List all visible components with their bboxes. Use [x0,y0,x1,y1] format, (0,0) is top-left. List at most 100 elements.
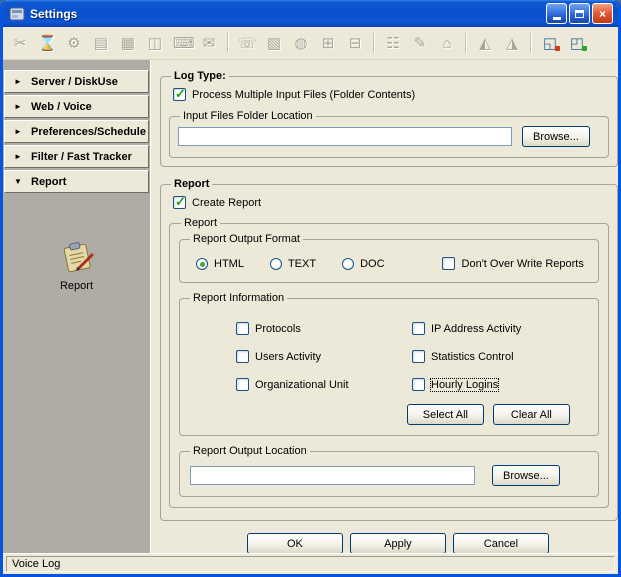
group-input-files-folder-location: Input Files Folder Location Browse... [169,110,609,158]
checkbox-create-report[interactable]: Create Report [173,196,261,209]
group-report-information: Report Information Protocols IP Address … [179,292,599,436]
group-report: Report Create Report Report Report Outpu… [160,178,618,521]
radio-label: HTML [214,258,244,270]
minimize-icon [553,17,561,20]
radio-label: TEXT [288,258,316,270]
toolbar-icon-1: ✂ [11,34,29,52]
radio-circle [270,258,282,270]
toolbar-icon-2: ⌛ [38,34,56,52]
report-output-location-field[interactable] [190,466,475,485]
toolbar-icon-16: ⌂ [438,35,456,52]
checkbox-box [412,378,425,391]
toolbar-separator [227,33,229,53]
checkbox-label: IP Address Activity [431,323,521,335]
checkbox-label: Organizational Unit [255,379,349,391]
checkbox-label: Process Multiple Input Files (Folder Con… [192,89,415,101]
sidebar-item-label: Preferences/Schedule [31,126,146,138]
browse-output-location-button[interactable]: Browse... [492,465,560,486]
toolbar-icon-5: ▦ [119,34,137,52]
maximize-button[interactable] [569,3,590,24]
radio-text[interactable]: TEXT [270,258,316,270]
radio-doc[interactable]: DOC [342,258,384,270]
dialog-buttons: OK Apply Cancel [178,533,618,554]
toolbar-icon-3: ⚙ [65,34,83,52]
checkbox-statistics-control[interactable]: Statistics Control [412,350,590,363]
sidebar-item-filter-fast-tracker[interactable]: ► Filter / Fast Tracker [4,145,149,168]
sidebar-item-preferences-schedule[interactable]: ► Preferences/Schedule [4,120,149,143]
checkbox-organizational-unit[interactable]: Organizational Unit [236,378,412,391]
toolbar-icon-17: ◭ [476,34,494,52]
sidebar: ► Server / DiskUse ► Web / Voice ► Prefe… [3,60,150,553]
group-log-type-title: Log Type: [171,70,229,82]
group-report-information-title: Report Information [190,292,287,304]
group-report-output-format: Report Output Format HTML TEXT [179,233,599,283]
toolbar-icon-9: ☏ [238,34,256,52]
window-controls: × [546,3,613,24]
cancel-button[interactable]: Cancel [453,533,549,554]
chevron-right-icon: ► [14,152,24,161]
checkbox-box [236,350,249,363]
toolbar-separator [465,33,467,53]
sidebar-item-report[interactable]: ▼ Report [4,170,149,193]
group-output-format-title: Report Output Format [190,233,303,245]
close-icon: × [599,7,606,21]
checkbox-box [442,257,455,270]
ok-button[interactable]: OK [247,533,343,554]
group-report-inner-title: Report [181,217,220,229]
toolbar-separator [530,33,532,53]
toolbar-separator [373,33,375,53]
input-files-folder-location-field[interactable] [178,127,512,146]
maximize-icon [575,10,584,18]
checkbox-users-activity[interactable]: Users Activity [236,350,412,363]
clear-all-button[interactable]: Clear All [493,404,570,425]
checkbox-dont-overwrite-reports[interactable]: Don't Over Write Reports [442,257,584,270]
checkbox-box [236,378,249,391]
checkbox-ip-address-activity[interactable]: IP Address Activity [412,322,590,335]
radio-html[interactable]: HTML [196,258,244,270]
checkbox-hourly-logins[interactable]: Hourly Logins [412,378,590,391]
group-report-output-location: Report Output Location Browse... [179,445,599,497]
report-icon-label: Report [3,280,150,292]
sidebar-item-label: Web / Voice [31,101,92,113]
report-section-indicator: Report [3,241,150,292]
select-all-button[interactable]: Select All [407,404,484,425]
status-bar: Voice Log [3,553,618,574]
main-panel: Log Type: Process Multiple Input Files (… [150,60,621,553]
sidebar-item-server-diskuse[interactable]: ► Server / DiskUse [4,70,149,93]
toolbar-icon-display-on[interactable]: ◰ [568,34,586,52]
minimize-button[interactable] [546,3,567,24]
checkbox-process-multiple-input-files[interactable]: Process Multiple Input Files (Folder Con… [173,88,415,101]
checkbox-label: Protocols [255,323,301,335]
browse-input-folder-button[interactable]: Browse... [522,126,590,147]
toolbar-icon-14: ☷ [384,34,402,52]
checkbox-protocols[interactable]: Protocols [236,322,412,335]
sidebar-item-label: Server / DiskUse [31,76,118,88]
radio-circle [342,258,354,270]
apply-button[interactable]: Apply [350,533,446,554]
checkbox-label: Create Report [192,197,261,209]
sidebar-item-web-voice[interactable]: ► Web / Voice [4,95,149,118]
status-text: Voice Log [6,556,615,572]
checkbox-label: Hourly Logins [431,379,498,391]
checkbox-label: Statistics Control [431,351,514,363]
toolbar-icon-display-off[interactable]: ◱ [541,34,559,52]
chevron-right-icon: ► [14,127,24,136]
radio-label: DOC [360,258,384,270]
checkbox-box [236,322,249,335]
checkbox-label: Users Activity [255,351,321,363]
report-icon [58,264,96,276]
checkbox-box [412,350,425,363]
sidebar-item-label: Filter / Fast Tracker [31,151,132,163]
toolbar-icon-18: ◮ [503,34,521,52]
chevron-down-icon: ▼ [14,177,24,186]
group-output-location-title: Report Output Location [190,445,310,457]
checkbox-label: Don't Over Write Reports [462,258,584,270]
window-body: ► Server / DiskUse ► Web / Voice ► Prefe… [3,60,618,553]
close-button[interactable]: × [592,3,613,24]
chevron-right-icon: ► [14,77,24,86]
settings-window: Settings × ✂ ⌛ ⚙ ▤ ▦ ◫ ⌨ ✉ ☏ ▧ ◍ ⊞ ⊟ ☷ ✎… [0,0,621,577]
group-report-inner: Report Report Output Format HTML TEXT [169,217,609,508]
toolbar-icon-8: ✉ [200,34,218,52]
toolbar-icon-12: ⊞ [319,34,337,52]
toolbar-icon-11: ◍ [292,34,310,52]
